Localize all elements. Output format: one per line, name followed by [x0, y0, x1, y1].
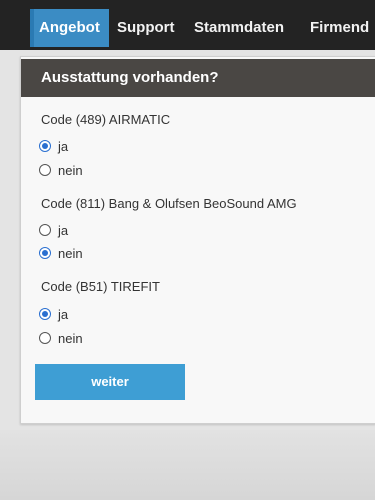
option-label: nein — [58, 245, 83, 261]
option-label: nein — [58, 162, 83, 178]
question-label-tirefit: Code (B51) TIREFIT — [41, 279, 160, 294]
question-label-beosound: Code (811) Bang & Olufsen BeoSound AMG — [41, 196, 297, 211]
radio-unchecked-icon — [39, 164, 51, 176]
tab-firmendaten[interactable]: Firmend — [310, 9, 369, 47]
question-label-airmatic: Code (489) AIRMATIC — [41, 112, 171, 127]
radio-unchecked-icon — [39, 224, 51, 236]
background-area — [0, 430, 375, 500]
radio-checked-icon — [39, 247, 51, 259]
radio-tirefit-ja[interactable]: ja — [39, 305, 68, 323]
radio-unchecked-icon — [39, 332, 51, 344]
active-tab-indicator — [30, 9, 34, 47]
equipment-form-card: Ausstattung vorhanden? Code (489) AIRMAT… — [20, 56, 375, 424]
radio-checked-icon — [39, 140, 51, 152]
radio-checked-icon — [39, 308, 51, 320]
radio-beosound-ja[interactable]: ja — [39, 221, 68, 239]
radio-tirefit-nein[interactable]: nein — [39, 329, 83, 347]
tab-stammdaten[interactable]: Stammdaten — [194, 9, 284, 47]
tab-support[interactable]: Support — [117, 9, 175, 47]
tab-label: Support — [117, 19, 175, 36]
option-label: ja — [58, 222, 69, 238]
tab-angebot[interactable]: Angebot — [30, 9, 109, 47]
option-label: ja — [58, 138, 69, 154]
form-title: Ausstattung vorhanden? — [21, 59, 375, 97]
radio-beosound-nein[interactable]: nein — [39, 244, 83, 262]
tab-label: Stammdaten — [194, 19, 285, 36]
weiter-button[interactable]: weiter — [35, 364, 185, 400]
option-label: ja — [58, 306, 69, 322]
tab-label: Firmend — [310, 19, 370, 36]
radio-airmatic-nein[interactable]: nein — [39, 161, 83, 179]
radio-airmatic-ja[interactable]: ja — [39, 137, 68, 155]
option-label: nein — [58, 330, 83, 346]
top-navigation: Angebot Support Stammdaten Firmend — [0, 0, 375, 50]
tab-label: Angebot — [39, 19, 100, 36]
